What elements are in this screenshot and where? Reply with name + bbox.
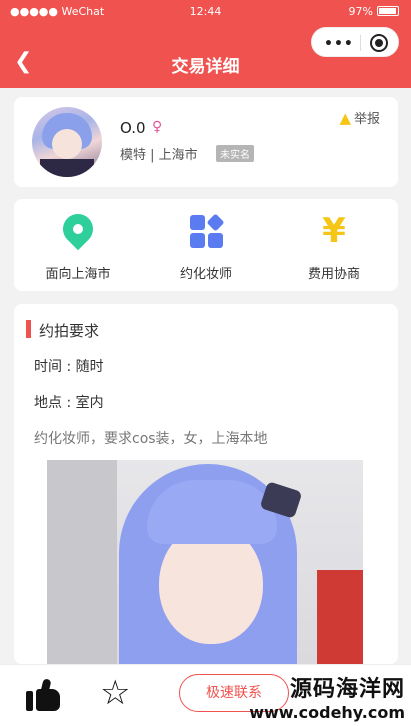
location-pin-icon — [56, 207, 100, 251]
place-line: 地点 : 室内 — [34, 395, 104, 411]
mini-program-capsule: ••• — [311, 27, 399, 57]
battery-indicator: 97% — [349, 5, 399, 18]
section-title: 约拍要求 — [39, 322, 100, 340]
star-icon[interactable]: ☆ — [100, 673, 130, 713]
feature-label: 面向上海市 — [45, 267, 111, 282]
feature-row: 面向上海市 约化妆师 ¥ 费用协商 — [14, 199, 398, 291]
user-meta: 模特 | 上海市 — [120, 148, 198, 163]
user-name: O.0 — [120, 119, 146, 137]
yen-icon: ¥ — [322, 211, 346, 251]
watermark-name: 源码海洋网 — [289, 677, 405, 702]
report-button[interactable]: ▲ 举报 — [339, 108, 380, 127]
feature-label: 费用协商 — [307, 267, 360, 282]
time-line: 时间 : 随时 — [34, 359, 104, 375]
feature-location[interactable]: 面向上海市 — [14, 199, 142, 291]
apps-grid-icon — [188, 213, 225, 249]
thumbs-up-icon[interactable] — [26, 677, 66, 713]
cosplay-photo[interactable] — [47, 460, 363, 664]
bottom-action-bar: ☆ 极速联系 源码海洋网 www.codehy.com — [0, 664, 411, 726]
requirement-description: 约化妆师，要求cos装，女，上海本地 — [34, 431, 268, 447]
battery-icon — [377, 6, 399, 16]
watermark-url: www.codehy.com — [249, 703, 405, 722]
status-bar: ●●●●● WeChat 12:44 97% — [0, 0, 411, 24]
feature-label: 约化妆师 — [179, 267, 232, 282]
female-icon: ♀ — [152, 119, 163, 135]
watermark: 源码海洋网 www.codehy.com — [249, 671, 405, 722]
header-bar: ●●●●● WeChat 12:44 97% ❮ 交易详细 ••• — [0, 0, 411, 88]
verification-badge: 未实名 — [216, 145, 254, 162]
requirements-card: 约拍要求 时间 : 随时 地点 : 室内 约化妆师，要求cos装，女，上海本地 — [14, 304, 398, 664]
feature-makeup-artist[interactable]: 约化妆师 — [142, 199, 270, 291]
target-icon[interactable] — [370, 34, 388, 52]
more-dots-icon[interactable]: ••• — [324, 36, 354, 52]
feature-fee[interactable]: ¥ 费用协商 — [270, 199, 398, 291]
warning-icon: ▲ — [339, 109, 351, 127]
profile-card: O.0 ♀ 模特 | 上海市 未实名 ▲ 举报 — [14, 97, 398, 187]
capsule-divider — [360, 35, 361, 51]
avatar[interactable] — [32, 107, 102, 177]
report-label: 举报 — [353, 112, 380, 127]
section-accent-bar — [26, 320, 31, 338]
battery-percent: 97% — [348, 5, 373, 18]
